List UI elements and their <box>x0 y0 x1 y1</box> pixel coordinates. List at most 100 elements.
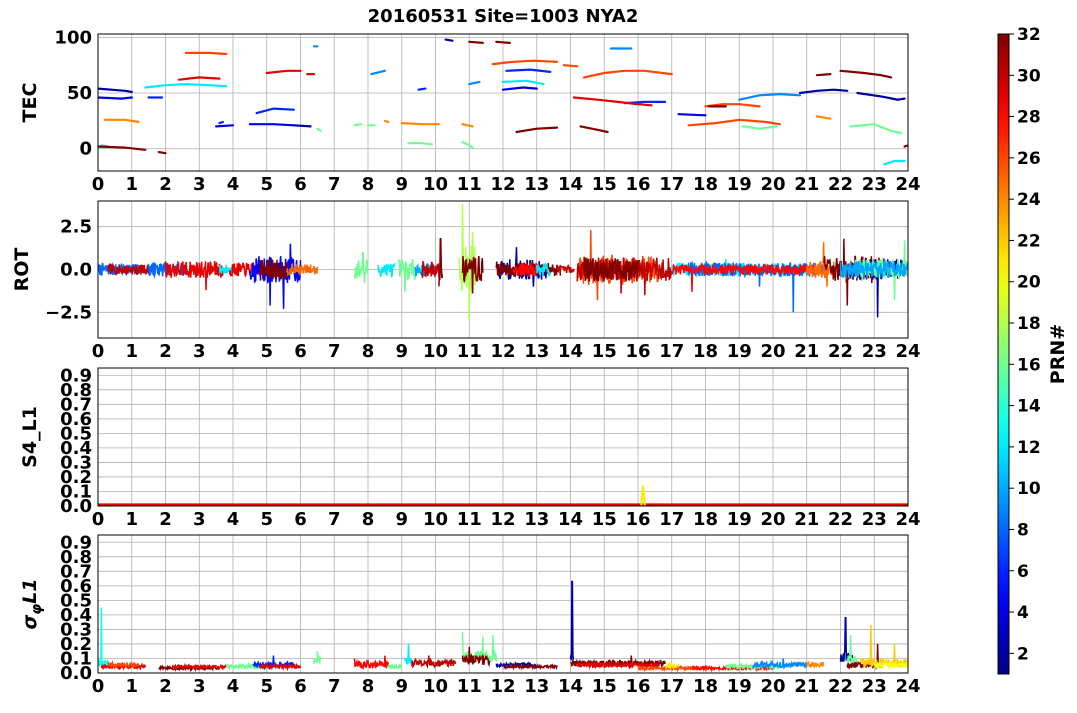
x-tick-label: 14 <box>558 676 583 697</box>
series-prn-16 <box>407 142 434 146</box>
series-prn-24 <box>400 121 440 126</box>
y-tick-label: 2.5 <box>60 217 92 238</box>
x-tick-label: 16 <box>625 174 650 195</box>
colorbar-tick-label: 26 <box>1017 149 1041 169</box>
x-tick-label: 20 <box>760 509 785 530</box>
x-tick-label: 20 <box>760 174 785 195</box>
x-tick-label: 5 <box>260 676 273 697</box>
series-prn-9 <box>752 658 808 670</box>
x-tick-label: 2 <box>159 341 172 362</box>
series-prn-24 <box>383 119 390 124</box>
x-tick-label: 10 <box>423 174 448 195</box>
series-prn-12 <box>404 643 413 665</box>
series-prn-26 <box>562 64 579 68</box>
series-prn-32 <box>468 40 484 45</box>
x-tick-label: 15 <box>592 174 617 195</box>
x-tick-label: 13 <box>524 676 549 697</box>
x-tick-label: 1 <box>125 174 138 195</box>
panel-4: 0 1 2 3 4 5 6 7 8 9 10 11 12 13 14 15 16 17 18 19 20 21 22 23 24… <box>19 532 921 697</box>
x-tick-label: 8 <box>362 341 375 362</box>
x-tick-label: 13 <box>524 341 549 362</box>
series-prn-12 <box>144 82 228 89</box>
colorbar-tick-label: 10 <box>1017 479 1041 499</box>
x-tick-label: 11 <box>457 509 482 530</box>
colorbar-tick-label: 14 <box>1017 397 1041 417</box>
x-tick-label: 4 <box>227 341 240 362</box>
series-prn-24 <box>815 115 832 120</box>
series-prn-24 <box>461 123 474 128</box>
x-tick-label: 16 <box>625 341 650 362</box>
x-tick-label: 18 <box>693 341 718 362</box>
x-tick-label: 6 <box>294 341 307 362</box>
x-tick-label: 0 <box>92 676 105 697</box>
series-prn-32 <box>495 40 511 45</box>
x-tick-label: 17 <box>659 174 684 195</box>
x-tick-label: 21 <box>794 341 819 362</box>
x-tick-label: 18 <box>693 509 718 530</box>
figure: 20160531 Site=1003 NYA2 0 1 2 3 4 5 6 7 8 9 10 11 12… <box>0 0 1077 709</box>
x-tick-label: 16 <box>625 509 650 530</box>
x-tick-label: 11 <box>457 676 482 697</box>
colorbar-tick-label: 20 <box>1017 273 1041 293</box>
series-prn-29 <box>164 260 224 291</box>
series-prn-6 <box>218 120 224 125</box>
x-tick-label: 4 <box>227 174 240 195</box>
series-prn-16 <box>849 123 903 135</box>
series-prn-24 <box>806 661 825 670</box>
series-prn-2 <box>292 124 312 128</box>
series-prn-22 <box>860 625 908 670</box>
series-prn-4 <box>98 96 133 100</box>
series-prn-6 <box>505 68 552 74</box>
x-tick-label: 21 <box>794 174 819 195</box>
x-tick-label: 2 <box>159 174 172 195</box>
x-tick-label: 21 <box>794 676 819 697</box>
series-prn-24 <box>103 118 140 124</box>
series-prn-32 <box>438 237 444 287</box>
series-prn-16 <box>387 662 403 670</box>
series-prn-9 <box>468 80 481 86</box>
colorbar-tick-label: 6 <box>1017 562 1029 582</box>
x-tick-label: 4 <box>227 676 240 697</box>
series-prn-9 <box>370 69 386 76</box>
x-tick-label: 20 <box>760 341 785 362</box>
series-prn-32 <box>903 144 908 148</box>
x-tick-label: 15 <box>592 341 617 362</box>
series-prn-2 <box>444 38 454 42</box>
x-tick-label: 24 <box>895 676 920 697</box>
y-tick-label: 100 <box>54 27 92 48</box>
x-tick-label: 22 <box>828 174 853 195</box>
colorbar-tick-label: 28 <box>1017 108 1041 128</box>
colorbar-gradient <box>997 33 1010 675</box>
colorbar-tick-label: 8 <box>1017 520 1029 540</box>
x-tick-label: 9 <box>395 676 408 697</box>
x-tick-label: 23 <box>862 174 887 195</box>
colorbar-tick-label: 24 <box>1017 190 1041 210</box>
x-tick-label: 16 <box>625 676 650 697</box>
colorbar-tick-label: 16 <box>1017 355 1041 375</box>
series-prn-26 <box>491 59 559 66</box>
plots-canvas: 0 1 2 3 4 5 6 7 8 9 10 11 12 13 14 15 16 17 18 19 20 21 22 23 24… <box>11 25 1069 697</box>
series-prn-30 <box>411 655 457 670</box>
x-tick-label: 11 <box>457 174 482 195</box>
series-prn-4 <box>677 113 707 117</box>
colorbar-tick-label: 32 <box>1017 25 1041 45</box>
series-prn-4 <box>215 124 235 128</box>
series-prn-26 <box>687 118 781 127</box>
x-tick-label: 13 <box>524 509 549 530</box>
colorbar-tick-label: 4 <box>1017 603 1029 623</box>
x-tick-label: 7 <box>328 341 341 362</box>
x-tick-label: 1 <box>125 676 138 697</box>
x-tick-label: 17 <box>659 509 684 530</box>
series-prn-13 <box>98 607 109 669</box>
x-tick-label: 23 <box>862 676 887 697</box>
x-tick-label: 6 <box>294 676 307 697</box>
x-tick-label: 19 <box>727 676 752 697</box>
x-tick-label: 3 <box>193 341 206 362</box>
series-prn-16 <box>741 125 778 130</box>
x-tick-label: 3 <box>193 676 206 697</box>
x-tick-label: 23 <box>862 341 887 362</box>
x-tick-label: 24 <box>895 341 920 362</box>
panel-1: 0 1 2 3 4 5 6 7 8 9 10 11 12 13 14 15 16 17 18 19 20 21 22 23 24… <box>19 27 921 195</box>
x-tick-label: 24 <box>895 174 920 195</box>
x-tick-label: 17 <box>659 676 684 697</box>
